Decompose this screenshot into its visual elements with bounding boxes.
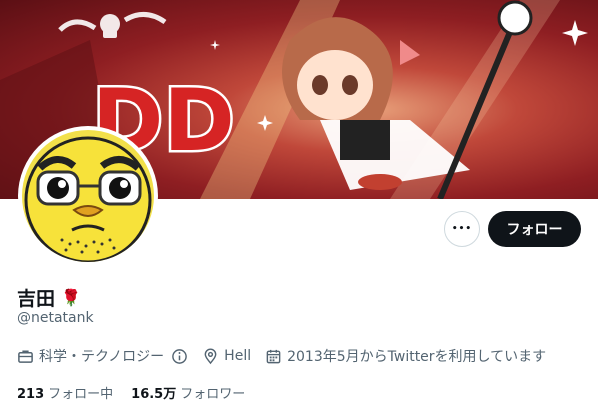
calendar-icon xyxy=(266,349,281,363)
category-item: 科学・テクノロジー xyxy=(17,346,188,366)
category-text: 科学・テクノロジー xyxy=(39,349,165,365)
briefcase-icon xyxy=(18,350,33,363)
followers-count: 16.5万 xyxy=(131,387,177,402)
profile-meta: 科学・テクノロジー Hell 2013年5月からTwitterを利用しています xyxy=(17,346,560,366)
more-button[interactable]: ••• xyxy=(444,211,480,247)
location-item: Hell xyxy=(202,348,251,365)
joined-text: 2013年5月からTwitterを利用しています xyxy=(287,349,547,365)
following-link[interactable]: 213 フォロー中 xyxy=(17,383,113,402)
display-name: 吉田 xyxy=(17,288,56,310)
joined-item: 2013年5月からTwitterを利用しています xyxy=(265,346,546,366)
name-row: 吉田 🌹 xyxy=(17,284,81,311)
followers-label: フォロワー xyxy=(180,387,246,402)
following-count: 213 xyxy=(17,387,45,402)
follow-button-label: フォロー xyxy=(506,222,563,238)
follow-button[interactable]: フォロー xyxy=(488,211,581,247)
location-pin-icon xyxy=(204,348,217,364)
info-icon[interactable] xyxy=(171,348,188,365)
following-label: フォロー中 xyxy=(48,387,114,402)
rose-emoji: 🌹 xyxy=(61,288,81,307)
avatar[interactable] xyxy=(18,126,158,266)
user-handle: @netatank xyxy=(17,310,94,326)
follow-stats: 213 フォロー中 16.5万 フォロワー xyxy=(17,383,263,402)
more-icon: ••• xyxy=(451,224,473,234)
location-text: Hell xyxy=(224,348,252,364)
followers-link[interactable]: 16.5万 フォロワー xyxy=(131,383,245,402)
